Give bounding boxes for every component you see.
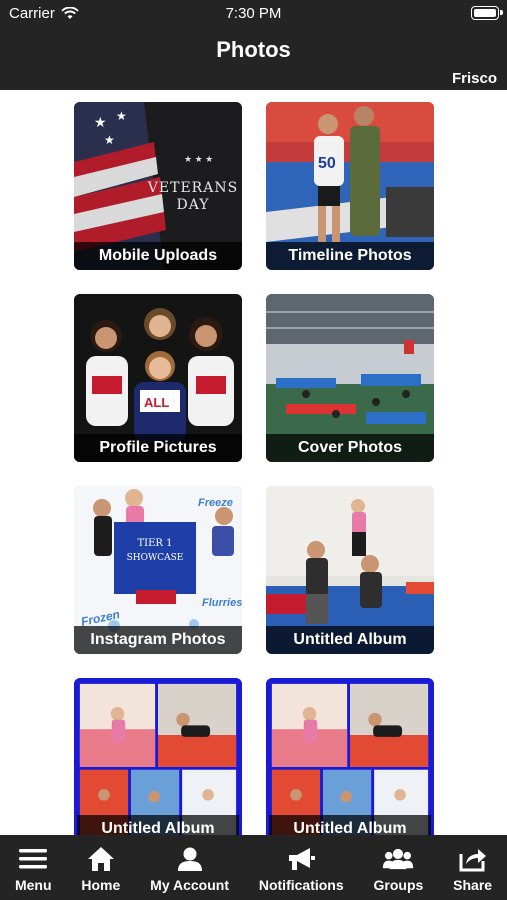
menu-icon	[17, 845, 49, 873]
tab-my-account-label: My Account	[150, 877, 229, 893]
svg-text:★: ★	[94, 114, 107, 130]
album-label: Untitled Album	[77, 815, 239, 835]
album-label: Untitled Album	[266, 626, 434, 654]
clock: 7:30 PM	[225, 5, 282, 22]
home-icon	[85, 845, 117, 873]
tab-notifications-label: Notifications	[258, 877, 344, 893]
album-grid: ★ ★ ★ ★ ★ ★ Veterans Day Mobile Uploads …	[0, 90, 507, 835]
svg-text:50: 50	[318, 155, 336, 172]
group-icon	[382, 845, 414, 873]
megaphone-icon	[285, 845, 317, 873]
share-icon	[457, 845, 489, 873]
user-icon	[174, 845, 206, 873]
album-label: Cover Photos	[266, 434, 434, 462]
album-tile-profile-pictures[interactable]: ALL Profile Pictures	[74, 294, 242, 462]
tab-my-account[interactable]: My Account	[135, 835, 244, 900]
album-label: Timeline Photos	[266, 242, 434, 270]
album-tile-untitled-album-1[interactable]: Untitled Album	[266, 486, 434, 654]
page-title: Photos	[216, 37, 291, 62]
veterans-line-2: Day	[176, 197, 210, 213]
svg-text:ALL: ALL	[144, 395, 169, 410]
album-tile-untitled-album-3[interactable]: Untitled Album	[266, 678, 434, 835]
album-tile-cover-photos[interactable]: Cover Photos	[266, 294, 434, 462]
album-label: Untitled Album	[269, 815, 431, 835]
album-label: Mobile Uploads	[74, 242, 242, 270]
tab-groups-label: Groups	[373, 877, 424, 893]
album-label: Profile Pictures	[74, 434, 242, 462]
tab-home[interactable]: Home	[66, 835, 135, 900]
album-tile-mobile-uploads[interactable]: ★ ★ ★ ★ ★ ★ Veterans Day Mobile Uploads	[74, 102, 242, 270]
veterans-line-1: Veterans	[147, 180, 239, 196]
svg-text:★: ★	[104, 133, 115, 147]
tab-menu-label: Menu	[14, 877, 52, 893]
svg-text:★ ★ ★: ★ ★ ★	[184, 154, 213, 164]
svg-text:★: ★	[116, 109, 127, 123]
veterans-day-text: Veterans Day	[144, 180, 242, 214]
showcase-line-1: TIER 1	[138, 538, 173, 549]
album-label: Instagram Photos	[74, 626, 242, 654]
album-tile-untitled-album-2[interactable]: Untitled Album	[74, 678, 242, 835]
freeze-text: Freeze	[198, 497, 233, 509]
status-bar: Carrier 7:30 PM	[0, 0, 507, 28]
tab-share[interactable]: Share	[438, 835, 507, 900]
app-header: Carrier 7:30 PM Photos Frisco	[0, 0, 507, 90]
showcase-line-2: SHOWCASE	[127, 553, 184, 563]
album-thumbnail	[269, 681, 431, 835]
tab-menu[interactable]: Menu	[0, 835, 66, 900]
tab-home-label: Home	[81, 877, 121, 893]
album-tile-instagram-photos[interactable]: Frozen Flurries Freeze TIER 1 SHOWCASE I…	[74, 486, 242, 654]
tab-notifications[interactable]: Notifications	[244, 835, 359, 900]
battery-icon	[471, 6, 503, 20]
album-tile-timeline-photos[interactable]: 50 Timeline Photos	[266, 102, 434, 270]
album-thumbnail	[77, 681, 239, 835]
flurries-text: Flurries	[202, 597, 242, 609]
tab-groups[interactable]: Groups	[359, 835, 439, 900]
location-label[interactable]: Frisco	[452, 70, 497, 87]
tab-bar: Menu Home My Account Notifications Group…	[0, 835, 507, 900]
tab-share-label: Share	[453, 877, 493, 893]
